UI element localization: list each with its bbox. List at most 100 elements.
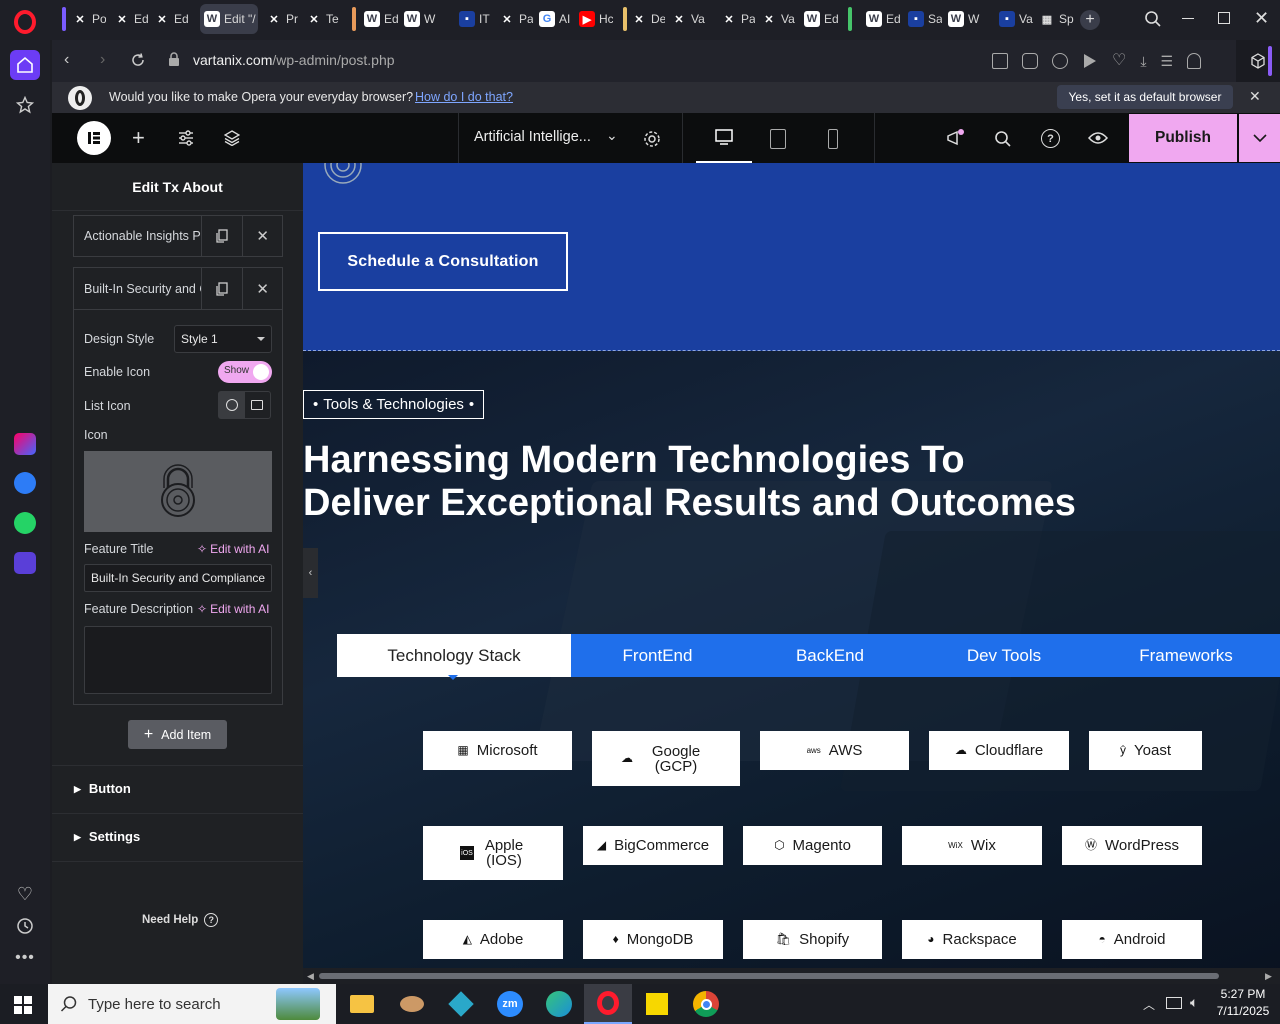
remove-icon[interactable]: ✕ <box>242 216 282 256</box>
desktop-view-icon[interactable] <box>696 113 752 163</box>
tablet-view-icon[interactable] <box>770 129 786 149</box>
edit-with-ai-link[interactable]: ✧ Edit with AI <box>197 602 269 616</box>
enable-icon-toggle[interactable]: Show <box>218 361 272 383</box>
duplicate-icon[interactable] <box>202 268 242 309</box>
messenger-icon[interactable] <box>10 468 40 498</box>
tech-chip[interactable]: ◭ Adobe <box>423 920 563 959</box>
opera-taskbar-icon[interactable] <box>584 984 632 1024</box>
tech-chip[interactable]: ☁ Google (GCP) <box>592 731 740 786</box>
forward-icon[interactable]: › <box>100 51 105 69</box>
tech-chip[interactable]: ◕ Rackspace <box>902 920 1042 959</box>
send-page-icon[interactable] <box>992 53 1008 69</box>
edit-with-ai-link[interactable]: ✧ Edit with AI <box>197 542 269 556</box>
tab-backend[interactable]: BackEnd <box>744 634 916 677</box>
browser-tab[interactable]: ✕ Va <box>757 4 795 34</box>
tech-chip[interactable]: ◢ BigCommerce <box>583 826 723 865</box>
set-default-button[interactable]: Yes, set it as default browser <box>1057 85 1233 109</box>
browser-tab[interactable]: W Ed <box>360 4 398 34</box>
structure-layers-icon[interactable] <box>224 130 240 146</box>
duplicate-icon[interactable] <box>202 216 242 256</box>
browser-tab[interactable]: ▪ Va <box>995 4 1033 34</box>
zoom-icon[interactable]: zm <box>494 988 526 1020</box>
windows-start-icon[interactable] <box>14 996 32 1014</box>
tech-chip[interactable]: WiX Wix <box>902 826 1042 865</box>
browser-tab[interactable]: ✕ Pa <box>495 4 533 34</box>
browser-tab[interactable]: ✕ De <box>627 4 665 34</box>
chevron-down-icon[interactable]: ⌄ <box>606 127 618 144</box>
opera-logo-icon[interactable] <box>12 9 38 35</box>
scroll-right-icon[interactable]: ▶ <box>1265 971 1272 982</box>
need-help-link[interactable]: Need Help ? <box>142 913 219 927</box>
back-icon[interactable]: ‹ <box>64 51 69 69</box>
heart-icon[interactable]: ♡ <box>10 879 40 909</box>
aria-icon[interactable] <box>10 429 40 459</box>
tab-frontend[interactable]: FrontEnd <box>571 634 744 677</box>
file-explorer-icon[interactable] <box>346 988 378 1020</box>
browser-tab[interactable]: ✕ Pr <box>262 4 300 34</box>
volume-icon[interactable]: 🔈︎ <box>1190 994 1198 1011</box>
help-icon[interactable]: ? <box>1041 129 1060 148</box>
repeater-item-title[interactable]: Built-In Security and C <box>74 268 203 309</box>
taskbar-search-box[interactable]: Type here to search <box>48 984 336 1024</box>
repeater-item[interactable]: Built-In Security and C ✕ <box>73 267 283 309</box>
music-player-icon[interactable] <box>10 548 40 578</box>
home-icon[interactable] <box>10 50 40 80</box>
tech-chip[interactable]: ◓ Android <box>1062 920 1202 959</box>
minimize-icon[interactable] <box>1182 18 1194 19</box>
remove-icon[interactable]: ✕ <box>242 268 282 309</box>
favorite-heart-icon[interactable]: ♡ <box>1112 53 1126 69</box>
whatsapp-icon[interactable] <box>10 508 40 538</box>
mobile-view-icon[interactable] <box>828 129 838 149</box>
browser-tab[interactable]: W Edit "/ <box>200 4 258 34</box>
tech-chip[interactable]: Ⓦ WordPress <box>1062 826 1202 865</box>
easy-setup-icon[interactable]: ☰ <box>1161 53 1174 69</box>
horizontal-scrollbar[interactable]: ◀ ▶ <box>303 968 1280 984</box>
paint-icon[interactable] <box>396 988 428 1020</box>
section-settings[interactable]: ▶ Settings <box>74 829 140 845</box>
page-title-dropdown[interactable]: Artificial Intellige... <box>474 129 591 145</box>
url-field[interactable]: vartanix.com/wp-admin/post.php <box>193 52 395 68</box>
tech-chip[interactable]: ⬡ Magento <box>743 826 882 865</box>
feature-title-input[interactable]: Built-In Security and Compliance <box>84 564 272 592</box>
browser-tab[interactable]: ▪ IT <box>455 4 493 34</box>
profile-icon[interactable] <box>1187 53 1202 69</box>
icon-option-smile-icon[interactable] <box>219 392 245 418</box>
site-settings-sliders-icon[interactable] <box>178 130 194 146</box>
extensions-cube-icon[interactable] <box>1236 40 1280 82</box>
app-diamond-icon[interactable] <box>445 988 477 1020</box>
browser-tab[interactable]: ✕ Te <box>302 4 340 34</box>
clock[interactable]: 5:27 PM 7/11/2025 <box>1213 987 1273 1018</box>
browser-tab[interactable]: G AI <box>535 4 573 34</box>
flow-send-icon[interactable] <box>1084 54 1096 68</box>
scrollbar-thumb[interactable] <box>319 973 1219 979</box>
new-tab-button[interactable]: + <box>1080 10 1100 30</box>
page-settings-gear-icon[interactable] <box>643 130 661 148</box>
edge-icon[interactable] <box>543 988 575 1020</box>
browser-tab[interactable]: ▶ Hc <box>575 4 613 34</box>
browser-tab[interactable]: ▦ Sp <box>1035 4 1075 34</box>
bookmarks-star-icon[interactable] <box>10 90 40 120</box>
browser-tab[interactable]: ✕ Po <box>68 4 106 34</box>
collapse-panel-icon[interactable]: ‹ <box>303 548 318 598</box>
sticky-notes-icon[interactable] <box>641 988 673 1020</box>
browser-tab[interactable]: ✕ Pa <box>717 4 755 34</box>
chrome-icon[interactable] <box>690 988 722 1020</box>
tech-chip[interactable]: iOS Apple (IOS) <box>423 826 563 880</box>
publish-button[interactable]: Publish <box>1129 114 1237 162</box>
adblock-icon[interactable] <box>1052 53 1068 69</box>
close-bar-icon[interactable]: ✕ <box>1249 88 1261 105</box>
tab-dev-tools[interactable]: Dev Tools <box>916 634 1092 677</box>
tab-search-icon[interactable] <box>1144 10 1162 28</box>
network-icon[interactable] <box>1166 997 1182 1009</box>
schedule-consultation-button[interactable]: Schedule a Consultation <box>318 232 568 291</box>
tab-frameworks[interactable]: Frameworks <box>1092 634 1280 677</box>
tech-chip[interactable]: ☁ Cloudflare <box>929 731 1069 770</box>
finder-search-icon[interactable] <box>994 130 1012 148</box>
download-icon[interactable]: ⤓ <box>1140 53 1146 69</box>
tech-chip[interactable]: 🛍 Shopify <box>743 920 882 959</box>
browser-tab[interactable]: W Ed <box>862 4 900 34</box>
browser-tab[interactable]: ▪ Sa <box>904 4 942 34</box>
repeater-item[interactable]: Actionable Insights Po ✕ <box>73 215 283 257</box>
tech-chip[interactable]: ♦ MongoDB <box>583 920 723 959</box>
close-window-icon[interactable]: ✕ <box>1254 8 1269 29</box>
